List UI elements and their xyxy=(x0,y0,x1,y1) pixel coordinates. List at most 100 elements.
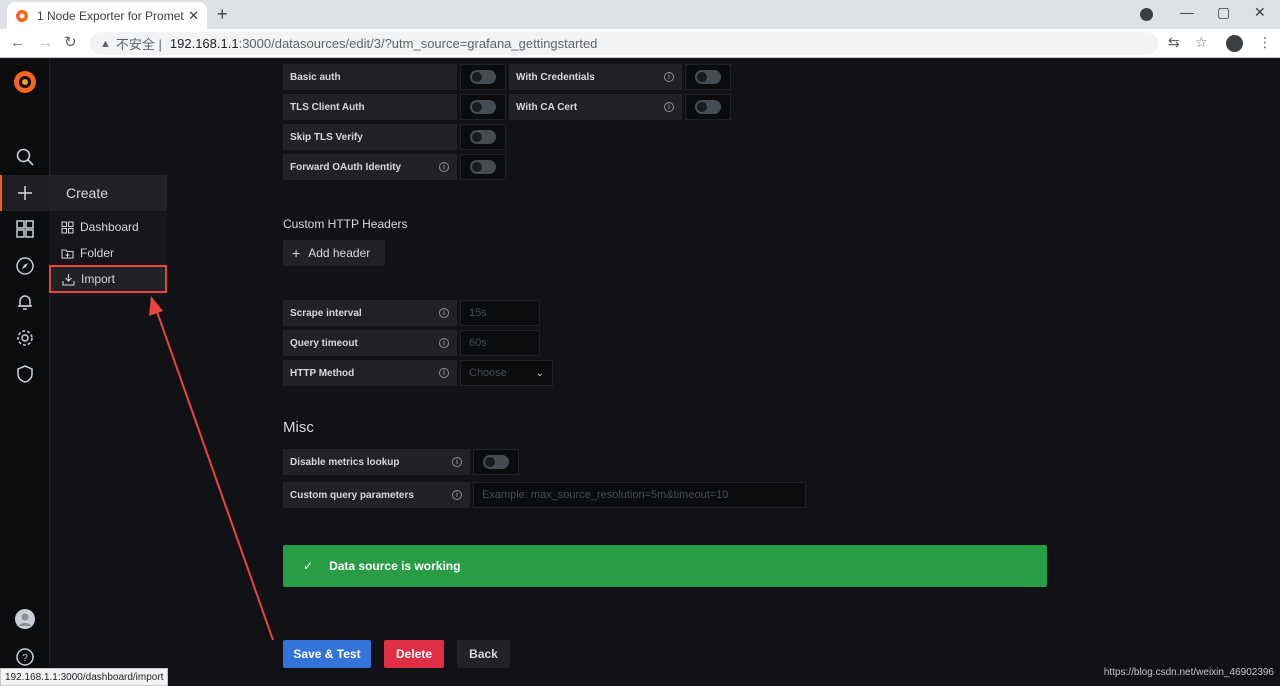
with-credentials-toggle[interactable] xyxy=(685,64,731,90)
explore-compass-icon[interactable] xyxy=(15,256,35,276)
search-icon[interactable] xyxy=(15,147,35,167)
custom-query-input[interactable]: Example: max_source_resolution=5m&timeou… xyxy=(473,482,806,508)
basic-auth-toggle[interactable] xyxy=(460,64,506,90)
close-window-icon[interactable]: ✕ xyxy=(1254,4,1266,21)
back-button[interactable]: Back xyxy=(457,640,510,668)
add-header-label: Add header xyxy=(308,246,371,260)
delete-button[interactable]: Delete xyxy=(384,640,444,668)
http-method-row: HTTP Method i Choose ⌄ xyxy=(283,360,553,386)
scrape-interval-row: Scrape interval i 15s xyxy=(283,300,540,326)
forward-oauth-row: Forward OAuth Identity i xyxy=(283,154,506,180)
plus-icon: + xyxy=(292,245,301,261)
create-menu: Create Dashboard Folder Import xyxy=(49,175,167,296)
browser-tab[interactable]: 1 Node Exporter for Promethe ✕ xyxy=(7,2,207,29)
grafana-logo-icon[interactable] xyxy=(12,69,38,95)
info-icon[interactable]: i xyxy=(452,457,462,467)
info-icon[interactable]: i xyxy=(664,102,674,112)
info-icon[interactable]: i xyxy=(439,338,449,348)
browser-tabbar: 1 Node Exporter for Promethe ✕ + — ▢ ✕ xyxy=(0,0,1280,29)
dashboard-grid-icon xyxy=(61,221,74,233)
create-dashboard-item[interactable]: Dashboard xyxy=(49,214,167,240)
with-credentials-label: With Credentials i xyxy=(509,64,682,90)
basic-auth-row: Basic auth With Credentials i xyxy=(283,64,731,90)
create-dashboard-label: Dashboard xyxy=(80,220,139,234)
disable-metrics-label: Disable metrics lookup i xyxy=(283,449,470,475)
grafana-favicon-icon xyxy=(16,9,28,22)
help-question-icon[interactable]: ? xyxy=(15,647,35,667)
forward-oauth-toggle[interactable] xyxy=(460,154,506,180)
create-menu-header[interactable]: Create xyxy=(49,175,167,211)
url-path: :3000/datasources/edit/3/?utm_source=gra… xyxy=(238,36,598,51)
tls-client-auth-label: TLS Client Auth xyxy=(283,94,457,120)
link-status-url: 192.168.1.1:3000/dashboard/import xyxy=(0,668,169,686)
chrome-profile-icon[interactable] xyxy=(1226,35,1243,52)
insecure-label: 不安全 | xyxy=(115,37,162,52)
user-avatar-icon[interactable] xyxy=(15,609,35,629)
import-icon xyxy=(62,273,75,285)
watermark: https://blog.csdn.net/weixin_46902396 xyxy=(1103,667,1274,678)
dashboards-grid-icon[interactable] xyxy=(15,219,35,239)
with-ca-cert-toggle[interactable] xyxy=(685,94,731,120)
success-alert: ✓ Data source is working xyxy=(283,545,1047,587)
query-timeout-row: Query timeout i 60s xyxy=(283,330,540,356)
forward-oauth-label: Forward OAuth Identity i xyxy=(283,154,457,180)
skip-tls-verify-toggle[interactable] xyxy=(460,124,506,150)
success-message: Data source is working xyxy=(329,559,461,573)
misc-title: Misc xyxy=(283,419,314,436)
scrape-interval-input[interactable]: 15s xyxy=(460,300,540,326)
bookmark-star-icon[interactable]: ☆ xyxy=(1195,34,1208,51)
create-folder-item[interactable]: Folder xyxy=(49,240,167,266)
disable-metrics-row: Disable metrics lookup i xyxy=(283,449,519,475)
http-method-label: HTTP Method i xyxy=(283,360,457,386)
plus-create-icon[interactable] xyxy=(15,183,35,203)
minimize-icon[interactable]: — xyxy=(1180,4,1194,20)
add-header-button[interactable]: + Add header xyxy=(283,240,385,266)
chevron-down-icon: ⌄ xyxy=(535,367,544,379)
info-icon[interactable]: i xyxy=(664,72,674,82)
scrape-interval-label: Scrape interval i xyxy=(283,300,457,326)
query-timeout-label: Query timeout i xyxy=(283,330,457,356)
alerting-bell-icon[interactable] xyxy=(15,292,35,312)
warning-icon: ▲ xyxy=(100,37,111,50)
folder-icon xyxy=(61,249,74,258)
check-icon: ✓ xyxy=(303,559,314,573)
reload-icon[interactable]: ↻ xyxy=(64,34,77,52)
skip-tls-row: Skip TLS Verify xyxy=(283,124,506,150)
info-icon[interactable]: i xyxy=(439,368,449,378)
grafana-sidebar: ? xyxy=(0,59,50,686)
with-ca-cert-label: With CA Cert i xyxy=(509,94,682,120)
server-admin-shield-icon[interactable] xyxy=(15,364,35,384)
custom-http-headers-title: Custom HTTP Headers xyxy=(283,217,408,231)
info-icon[interactable]: i xyxy=(452,490,462,500)
custom-query-label: Custom query parameters i xyxy=(283,482,470,508)
create-import-label: Import xyxy=(81,272,116,286)
skip-tls-verify-label: Skip TLS Verify xyxy=(283,124,457,150)
query-timeout-input[interactable]: 60s xyxy=(460,330,540,356)
http-method-placeholder: Choose xyxy=(469,367,507,379)
save-test-button[interactable]: Save & Test xyxy=(283,640,371,668)
http-method-select[interactable]: Choose ⌄ xyxy=(460,360,553,386)
profile-menu-icon[interactable] xyxy=(1140,8,1153,21)
back-arrow-icon[interactable]: ← xyxy=(10,34,25,52)
create-menu-body: Dashboard Folder Import xyxy=(49,211,167,296)
custom-query-row: Custom query parameters i Example: max_so… xyxy=(283,482,806,508)
tls-client-auth-row: TLS Client Auth With CA Cert i xyxy=(283,94,731,120)
basic-auth-label: Basic auth xyxy=(283,64,457,90)
maximize-icon[interactable]: ▢ xyxy=(1217,4,1230,21)
configuration-gear-icon[interactable] xyxy=(15,328,35,348)
disable-metrics-toggle[interactable] xyxy=(473,449,519,475)
url-field[interactable]: ▲ 不安全 | 192.168.1.1:3000/datasources/edi… xyxy=(90,32,1158,55)
tab-close-icon[interactable]: ✕ xyxy=(188,8,199,24)
tab-title: 1 Node Exporter for Promethe xyxy=(37,8,185,23)
address-bar: ← → ↻ ▲ 不安全 | 192.168.1.1:3000/datasourc… xyxy=(0,29,1280,58)
new-tab-button[interactable]: + xyxy=(217,5,228,23)
svg-text:?: ? xyxy=(22,653,28,664)
create-import-item[interactable]: Import xyxy=(49,265,167,293)
tls-client-auth-toggle[interactable] xyxy=(460,94,506,120)
forward-arrow-icon[interactable]: → xyxy=(38,34,53,52)
translate-icon[interactable]: ⇆ xyxy=(1168,34,1180,51)
create-folder-label: Folder xyxy=(80,246,115,260)
chrome-menu-icon[interactable]: ⋮ xyxy=(1258,34,1272,51)
info-icon[interactable]: i xyxy=(439,162,449,172)
info-icon[interactable]: i xyxy=(439,308,449,318)
